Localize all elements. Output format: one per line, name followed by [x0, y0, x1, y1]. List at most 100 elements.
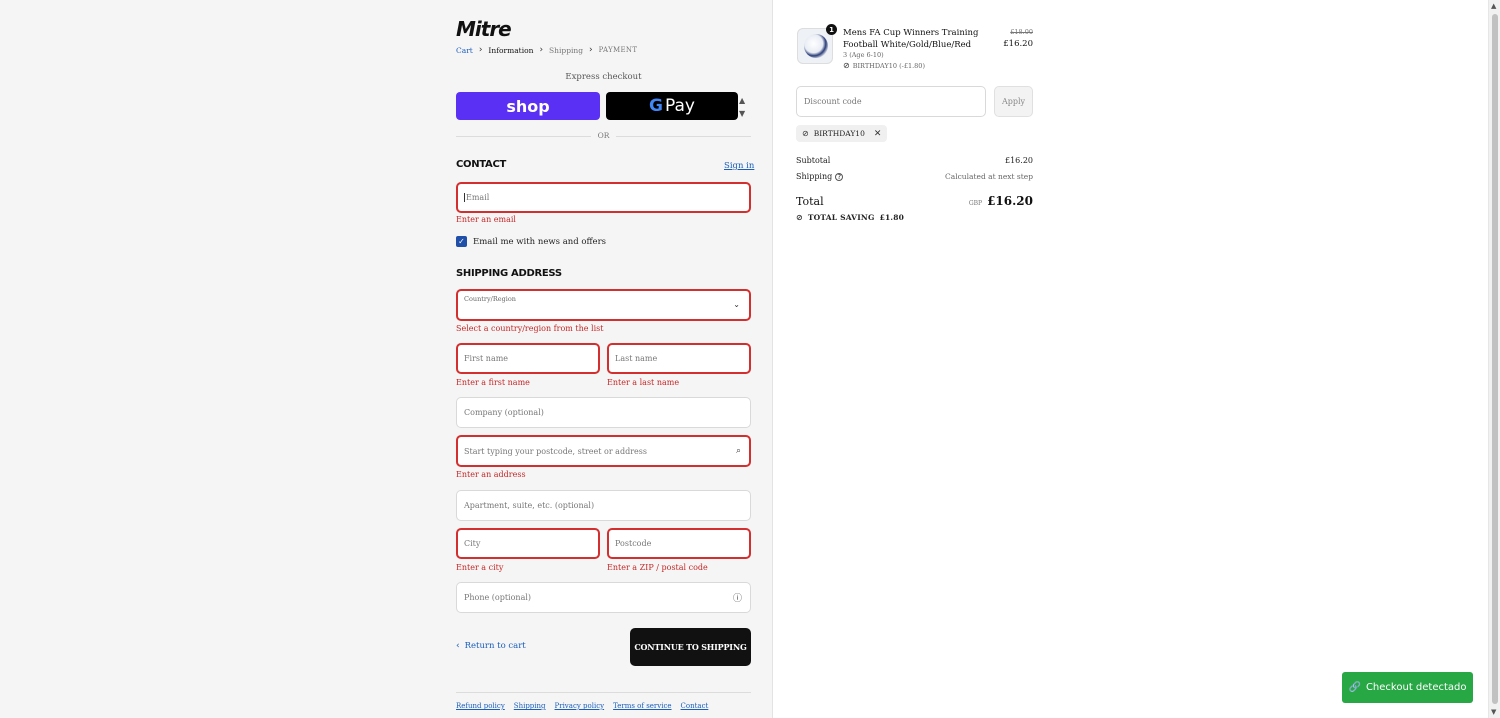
footer-divider [456, 692, 751, 693]
company-placeholder: Company (optional) [464, 408, 544, 417]
breadcrumb-payment: PAYMENT [598, 46, 638, 54]
subtotal-row: Subtotal £16.20 [796, 156, 1033, 165]
address-field[interactable]: Start typing your postcode, street or ad… [456, 435, 751, 467]
return-to-cart-link[interactable]: ‹ Return to cart [456, 641, 526, 651]
help-circle-icon[interactable]: ⓘ [733, 591, 742, 604]
tag-icon: ⊘ [843, 61, 850, 70]
search-icon[interactable]: ⌕ [736, 446, 741, 456]
product-discount-label: BIRTHDAY10 (-£1.80) [852, 61, 925, 70]
terms-of-service-link[interactable]: Terms of service [613, 702, 671, 710]
footer-links: Refund policy Shipping Privacy policy Te… [456, 702, 708, 710]
scroll-up-icon[interactable]: ▲ [1491, 2, 1496, 10]
product-variant: 3 (Age 6-10) [843, 51, 884, 59]
express-scroll-arrows[interactable]: ▲ ▼ [739, 94, 745, 120]
postcode-field[interactable]: Postcode [607, 528, 751, 559]
country-label: Country/Region [464, 295, 516, 303]
google-pay-label: Pay [665, 96, 695, 116]
last-name-field[interactable]: Last name [607, 343, 751, 374]
product-discount: ⊘ BIRTHDAY10 (-£1.80) [843, 61, 925, 70]
apartment-placeholder: Apartment, suite, etc. (optional) [464, 501, 595, 510]
country-select[interactable]: Country/Region ⌄ [456, 289, 751, 321]
remove-discount-icon[interactable]: ✕ [874, 129, 882, 139]
quantity-badge: 1 [826, 24, 837, 35]
contact-heading: CONTACT [456, 159, 507, 170]
chevron-left-icon: ‹ [456, 641, 460, 651]
google-pay-button[interactable]: G Pay [606, 92, 738, 120]
shipping-address-heading: SHIPPING ADDRESS [456, 268, 562, 279]
breadcrumb-cart[interactable]: Cart [456, 46, 473, 55]
company-field[interactable]: Company (optional) [456, 397, 751, 428]
total-saving: ⊘ TOTAL SAVING £1.80 [796, 213, 904, 222]
apartment-field[interactable]: Apartment, suite, etc. (optional) [456, 490, 751, 521]
arrow-down-icon[interactable]: ▼ [739, 107, 745, 120]
breadcrumb-information: Information [488, 45, 534, 55]
shipping-label: Shipping [796, 172, 833, 181]
refund-policy-link[interactable]: Refund policy [456, 702, 505, 710]
discount-code-input[interactable]: Discount code [796, 86, 986, 117]
football-image [804, 34, 828, 58]
saving-label: TOTAL SAVING [807, 213, 875, 222]
scrollbar-thumb[interactable] [1492, 14, 1498, 704]
tag-icon: ⊘ [802, 129, 809, 138]
scroll-down-icon[interactable]: ▼ [1491, 708, 1496, 716]
total-label: Total [796, 194, 824, 208]
email-field[interactable]: Email [456, 182, 751, 213]
brand-logo[interactable]: Mitre [456, 17, 512, 41]
newsletter-checkbox[interactable]: ✓ [456, 236, 467, 247]
address-placeholder: Start typing your postcode, street or ad… [464, 446, 647, 456]
checkout-detected-button[interactable]: 🔗 Checkout detectado [1342, 672, 1473, 703]
google-g-icon: G [649, 96, 663, 116]
checkout-detected-label: Checkout detectado [1365, 682, 1467, 693]
newsletter-option[interactable]: ✓ Email me with news and offers [456, 236, 606, 247]
saving-value: £1.80 [879, 213, 905, 222]
sign-in-link[interactable]: Sign in [724, 161, 754, 171]
subtotal-label: Subtotal [796, 156, 831, 165]
breadcrumb: Cart › Information › Shipping › PAYMENT [456, 45, 637, 55]
first-name-error: Enter a first name [456, 378, 530, 387]
original-price: £18.00 [1010, 28, 1033, 36]
postcode-error: Enter a ZIP / postal code [607, 563, 708, 572]
city-placeholder: City [464, 539, 481, 548]
or-divider: OR [456, 130, 751, 142]
help-circle-icon[interactable]: ? [835, 172, 844, 181]
applied-code-label: BIRTHDAY10 [813, 129, 865, 138]
shop-pay-logo: shop [506, 96, 550, 116]
total-value: £16.20 [987, 194, 1033, 208]
shipping-value: Calculated at next step [944, 172, 1033, 181]
privacy-policy-link[interactable]: Privacy policy [555, 702, 605, 710]
tag-icon: ⊘ [796, 213, 803, 222]
phone-field[interactable]: Phone (optional) ⓘ [456, 582, 751, 613]
city-field[interactable]: City [456, 528, 600, 559]
or-label: OR [597, 131, 610, 140]
chevron-right-icon: › [539, 45, 544, 55]
email-placeholder: Email [466, 193, 490, 202]
country-error: Select a country/region from the list [456, 324, 604, 333]
city-error: Enter a city [456, 563, 504, 572]
email-error: Enter an email [456, 215, 516, 224]
last-name-error: Enter a last name [607, 378, 680, 387]
link-icon: 🔗 [1348, 682, 1361, 693]
address-error: Enter an address [456, 470, 526, 479]
chevron-right-icon: › [478, 45, 483, 55]
arrow-up-icon[interactable]: ▲ [739, 94, 745, 107]
first-name-field[interactable]: First name [456, 343, 600, 374]
product-name: Mens FA Cup Winners Training Football Wh… [843, 28, 979, 50]
shipping-row: Shipping? Calculated at next step [796, 172, 1033, 181]
first-name-placeholder: First name [464, 354, 509, 363]
total-currency: GBP [968, 200, 983, 207]
contact-link[interactable]: Contact [681, 702, 709, 710]
apply-discount-button[interactable]: Apply [994, 86, 1033, 117]
last-name-placeholder: Last name [615, 354, 658, 363]
continue-to-shipping-button[interactable]: CONTINUE TO SHIPPING [630, 628, 751, 666]
total-row: Total GBP £16.20 [796, 194, 1033, 208]
shop-pay-button[interactable]: shop [456, 92, 600, 120]
newsletter-label[interactable]: Email me with news and offers [473, 237, 606, 247]
text-cursor [464, 193, 465, 202]
subtotal-value: £16.20 [1005, 156, 1033, 165]
return-to-cart-label[interactable]: Return to cart [465, 641, 526, 651]
shipping-policy-link[interactable]: Shipping [514, 702, 546, 710]
discount-code-placeholder: Discount code [804, 97, 862, 106]
page-scrollbar[interactable]: ▲ ▼ [1488, 0, 1500, 718]
phone-placeholder: Phone (optional) [464, 593, 532, 602]
chevron-right-icon: › [589, 45, 593, 55]
